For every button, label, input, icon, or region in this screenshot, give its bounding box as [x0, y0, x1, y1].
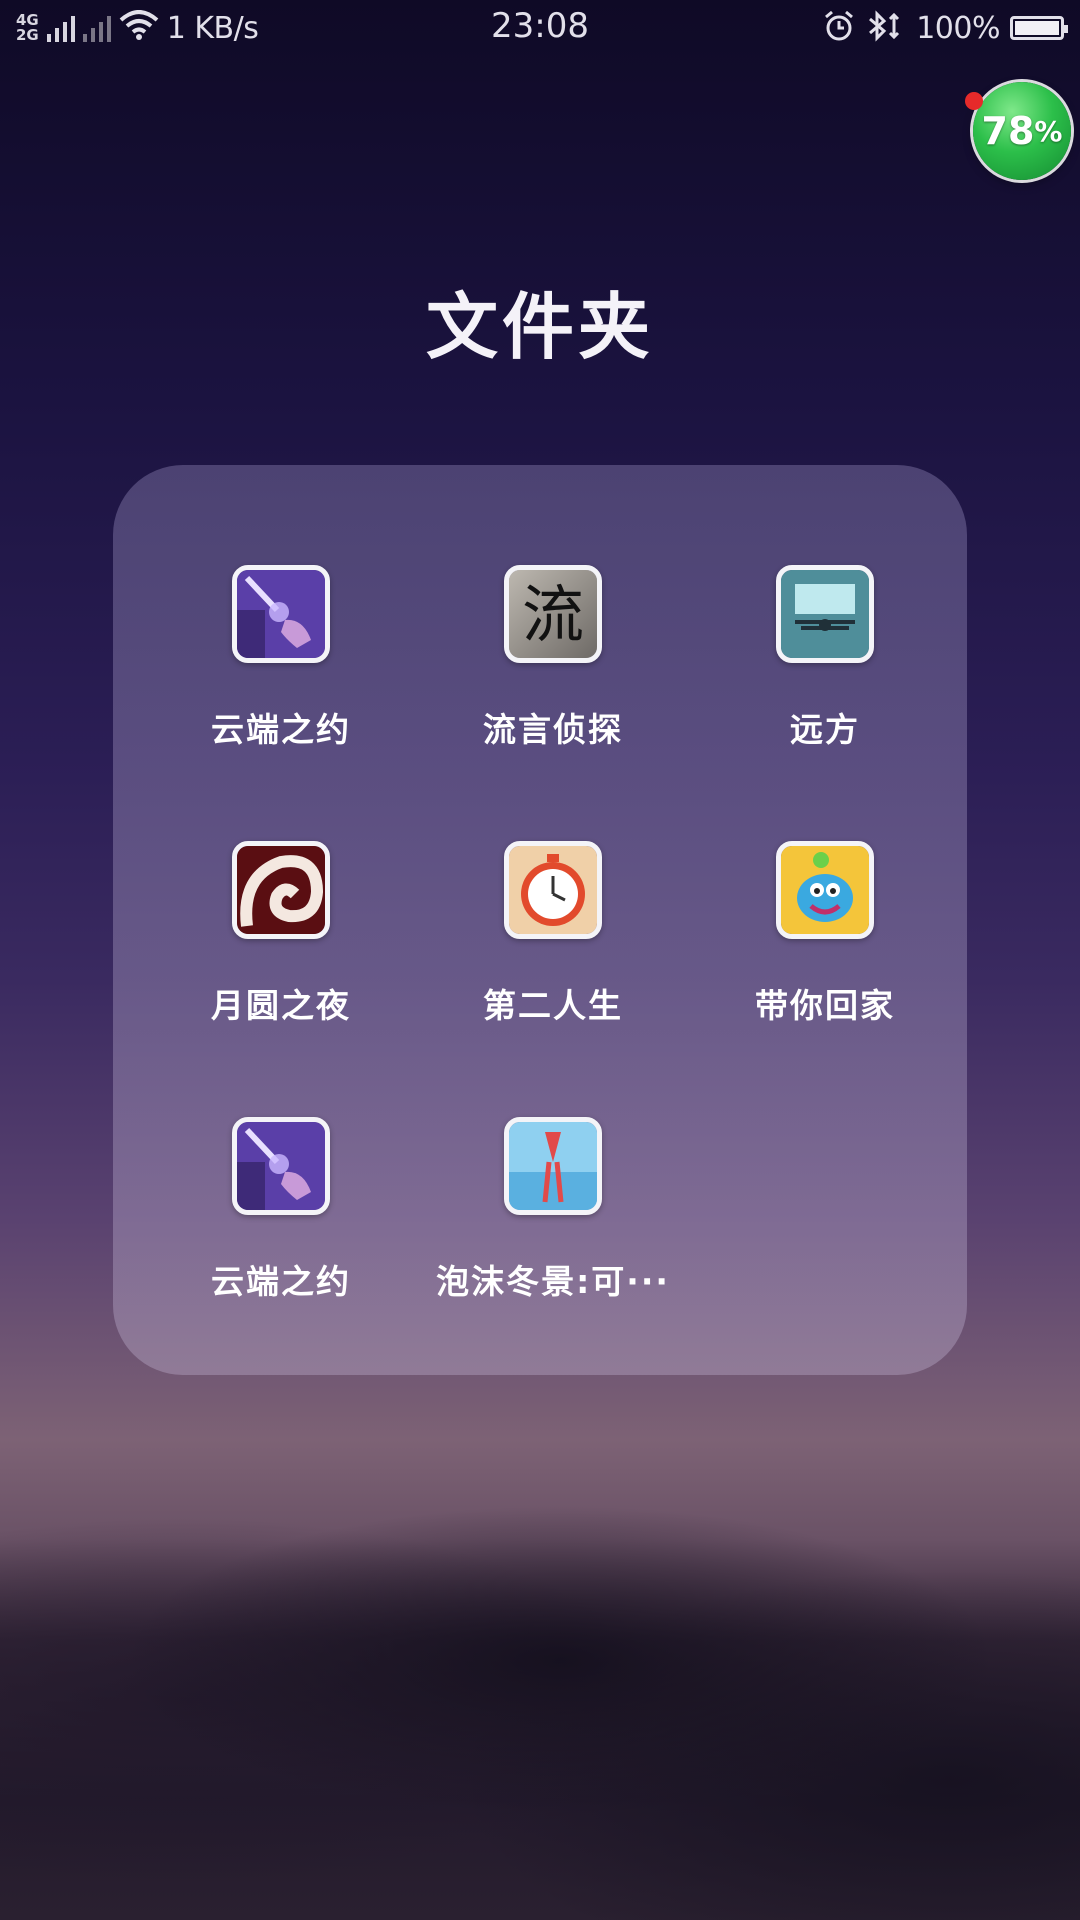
app-item[interactable]: 远方: [689, 565, 961, 805]
app-item[interactable]: 月圆之夜: [145, 841, 417, 1081]
bluetooth-icon: [866, 9, 906, 47]
app-label: 云端之约: [211, 1262, 351, 1301]
svg-text:流: 流: [522, 578, 584, 651]
app-item[interactable]: 带你回家: [689, 841, 961, 1081]
alarm-icon: [822, 9, 856, 47]
app-item[interactable]: 泡沫冬景:可···: [417, 1117, 689, 1357]
magic-hand-icon[interactable]: [232, 565, 330, 663]
app-item[interactable]: 流 流言侦探: [417, 565, 689, 805]
battery-icon: [1010, 16, 1068, 40]
status-bar: 4G 2G 1 KB/s 23:08 100%: [0, 0, 1080, 56]
battery-percent: 100%: [916, 10, 1000, 46]
memory-badge[interactable]: 78%: [973, 82, 1071, 180]
app-label: 泡沫冬景:可···: [436, 1262, 670, 1301]
biplane-icon[interactable]: [776, 565, 874, 663]
app-label: 云端之约: [211, 710, 351, 749]
app-label: 带你回家: [755, 986, 895, 1025]
app-label: 月圆之夜: [211, 986, 351, 1025]
notification-dot: [965, 92, 983, 110]
app-item[interactable]: 云端之约: [145, 1117, 417, 1357]
stopwatch-icon[interactable]: [504, 841, 602, 939]
folder-title[interactable]: 文件夹: [0, 268, 1080, 373]
monster-icon[interactable]: [776, 841, 874, 939]
swirl-icon[interactable]: [232, 841, 330, 939]
app-label: 远方: [790, 710, 860, 749]
liu-character-icon[interactable]: 流: [504, 565, 602, 663]
folder-panel: 云端之约 流 流言侦探 远方 月圆之夜 第二人生 带你回家 云端之约 泡沫冬景:…: [113, 465, 967, 1375]
app-label: 流言侦探: [483, 710, 623, 749]
ice-icon[interactable]: [504, 1117, 602, 1215]
app-label: 第二人生: [483, 986, 623, 1025]
app-item[interactable]: 第二人生: [417, 841, 689, 1081]
magic-hand-icon[interactable]: [232, 1117, 330, 1215]
status-right: 100%: [822, 6, 1068, 50]
app-item[interactable]: 云端之约: [145, 565, 417, 805]
battery-level: [1015, 21, 1059, 35]
